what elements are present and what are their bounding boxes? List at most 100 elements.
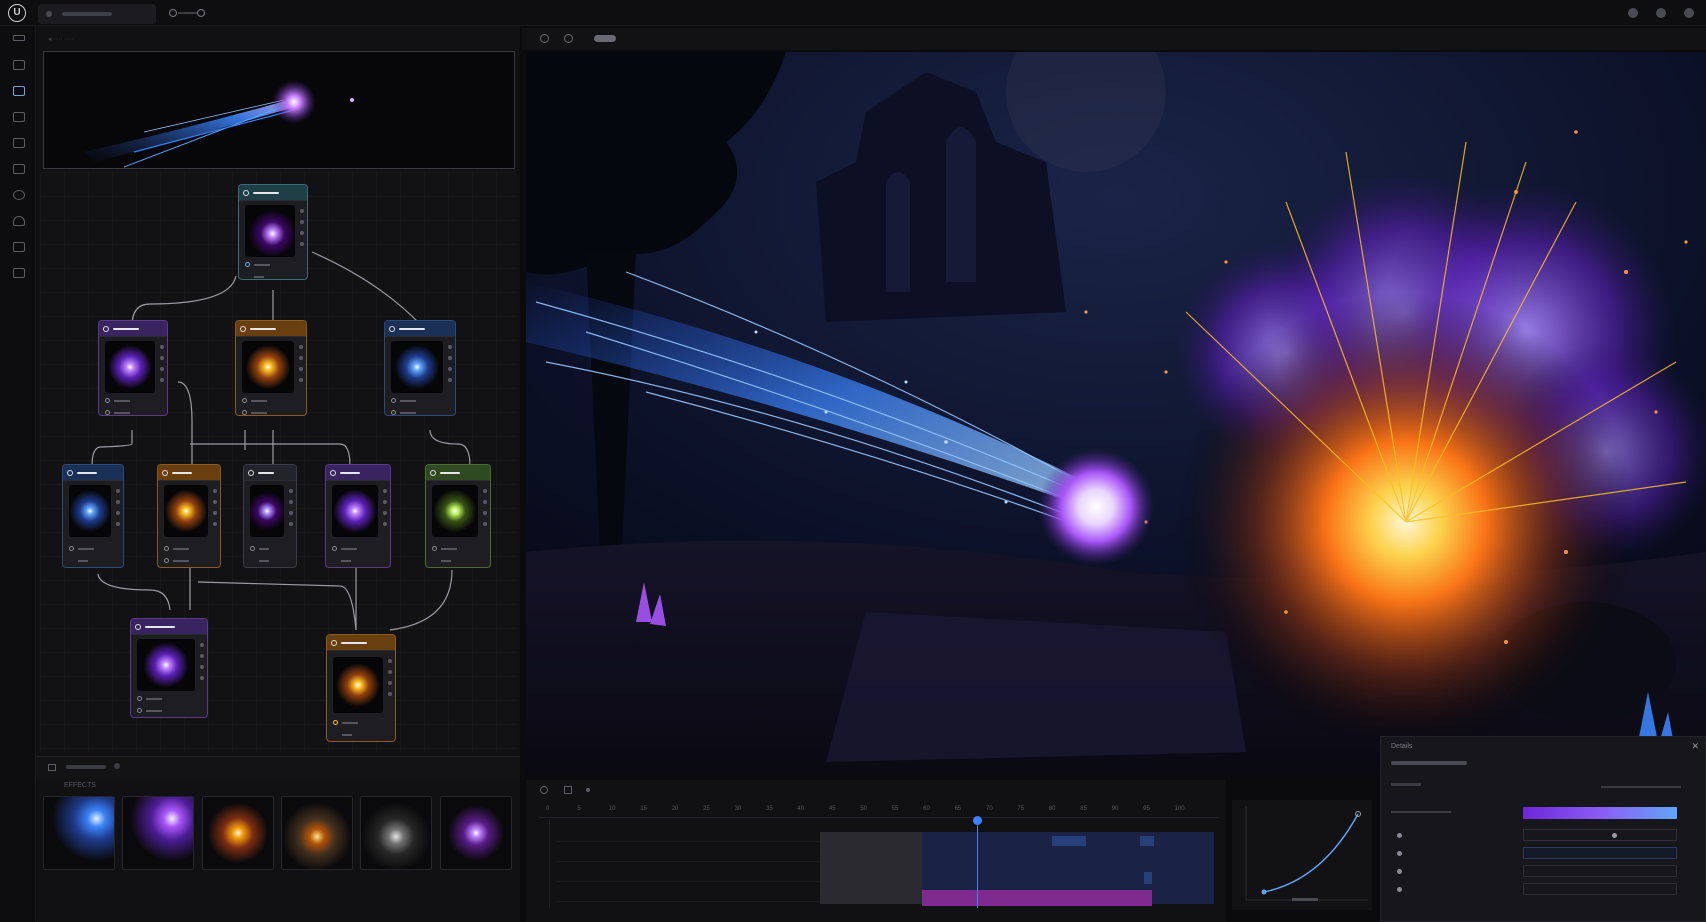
curve-icon[interactable] bbox=[13, 242, 25, 252]
playhead-handle[interactable] bbox=[973, 816, 982, 825]
graph-node-purple-burst[interactable] bbox=[98, 320, 168, 416]
timeline-section-gray[interactable] bbox=[820, 832, 922, 904]
property-field-3[interactable] bbox=[1523, 865, 1677, 877]
details-header: Details bbox=[1391, 743, 1413, 750]
viewport-scene[interactable] bbox=[526, 52, 1706, 776]
graph-node-violet-core[interactable] bbox=[243, 464, 297, 568]
viewport-render bbox=[526, 52, 1706, 776]
timeline-tick-label: 55 bbox=[891, 806, 899, 812]
timeline-tick-label: 95 bbox=[1143, 806, 1150, 812]
library-thumb-purple-streak[interactable] bbox=[122, 796, 194, 870]
easing-curve bbox=[1245, 806, 1368, 901]
track-header-column bbox=[538, 820, 550, 908]
timeline-tick-label: 0 bbox=[546, 806, 550, 812]
property-label-1 bbox=[1391, 783, 1421, 786]
menu-icon[interactable] bbox=[13, 35, 25, 41]
material-icon[interactable] bbox=[13, 138, 25, 148]
sphere-icon[interactable] bbox=[13, 190, 25, 200]
property-field-4[interactable] bbox=[1523, 883, 1677, 895]
curve-editor[interactable] bbox=[1232, 800, 1372, 910]
mesh-icon[interactable] bbox=[13, 164, 25, 174]
library-title: EFFECTS bbox=[64, 782, 96, 789]
left-toolbar bbox=[0, 26, 36, 922]
graph-node-blue-flare[interactable] bbox=[384, 320, 456, 416]
headphones-icon[interactable] bbox=[13, 216, 25, 226]
title-bar bbox=[0, 0, 1706, 26]
graph-node-orange-spark[interactable] bbox=[235, 320, 307, 416]
app-logo-icon[interactable]: U bbox=[8, 4, 26, 22]
maximize-button[interactable] bbox=[1656, 8, 1666, 18]
property-bullet-4 bbox=[1397, 887, 1402, 892]
tab-status-icon bbox=[46, 11, 52, 17]
library-tab[interactable] bbox=[66, 765, 106, 769]
graph-node-emitter-root[interactable] bbox=[238, 184, 308, 280]
editor-tab[interactable] bbox=[38, 4, 156, 24]
timeline-ruler[interactable]: 0 5 10 15 20 25 30 35 40 45 50 55 60 65 70 75 80 85 90 95 10… bbox=[538, 804, 1218, 818]
graph-node-purple-star[interactable] bbox=[325, 464, 391, 568]
settings-icon[interactable] bbox=[564, 34, 573, 43]
property-slider-1[interactable] bbox=[1601, 786, 1681, 788]
keyframe-block-1[interactable] bbox=[1052, 836, 1086, 846]
keyframe-block-3[interactable] bbox=[1144, 872, 1152, 884]
texture-icon[interactable] bbox=[13, 268, 25, 278]
playback-slider[interactable] bbox=[168, 8, 206, 18]
image-icon[interactable] bbox=[13, 60, 25, 70]
timeline-camera-icon[interactable] bbox=[564, 786, 572, 794]
timeline-refresh-icon[interactable] bbox=[540, 786, 548, 794]
timeline-tick-label: 5 bbox=[577, 806, 581, 812]
timeline-options-icon[interactable] bbox=[586, 788, 590, 792]
timeline-tick-label: 90 bbox=[1111, 806, 1119, 812]
details-section-title bbox=[1391, 761, 1467, 765]
minimize-button[interactable] bbox=[1628, 8, 1638, 18]
graph-node-orange-burst[interactable] bbox=[157, 464, 221, 568]
effect-preview[interactable] bbox=[43, 51, 515, 169]
content-library-toolbar bbox=[36, 756, 520, 778]
timeline-tick-label: 30 bbox=[734, 806, 742, 812]
timeline-section-magenta[interactable] bbox=[922, 890, 1152, 906]
timeline-tick-label: 25 bbox=[703, 806, 710, 812]
folder-icon[interactable] bbox=[48, 764, 56, 771]
timeline-tick-label: 65 bbox=[954, 806, 962, 812]
graph-node-purple-orb[interactable] bbox=[130, 618, 208, 718]
property-slider-2[interactable] bbox=[1391, 811, 1451, 813]
details-close-icon[interactable]: ✕ bbox=[1691, 741, 1699, 752]
property-field-1[interactable] bbox=[1523, 829, 1677, 841]
timeline-tick-label: 20 bbox=[671, 806, 679, 812]
timeline-tick-label: 10 bbox=[608, 806, 616, 812]
timeline-tick-label: 60 bbox=[923, 806, 930, 812]
color-gradient-swatch[interactable] bbox=[1523, 807, 1677, 819]
library-thumb-purple-orb[interactable] bbox=[440, 796, 512, 870]
graph-node-orange-output[interactable] bbox=[326, 634, 396, 742]
graph-node-green-glow[interactable] bbox=[425, 464, 491, 568]
timeline-tick-label: 70 bbox=[986, 806, 993, 812]
timeline-tick-label: 45 bbox=[828, 806, 836, 812]
details-panel: Details ✕ bbox=[1380, 736, 1706, 922]
timeline-tick-label: 80 bbox=[1048, 806, 1056, 812]
property-field-2[interactable] bbox=[1523, 847, 1677, 859]
tab-title-bar bbox=[62, 12, 112, 16]
timeline-tick-label: 15 bbox=[640, 806, 647, 812]
graph-node-blue-trail[interactable] bbox=[62, 464, 124, 568]
node-graph-canvas[interactable] bbox=[40, 172, 516, 752]
timeline-tick-label: 100 bbox=[1174, 806, 1185, 812]
library-options-icon[interactable] bbox=[114, 763, 120, 769]
property-bullet-1 bbox=[1397, 833, 1402, 838]
timeline-tick-label: 35 bbox=[766, 806, 773, 812]
grid-icon[interactable] bbox=[13, 86, 25, 96]
library-thumb-smoke-fire[interactable] bbox=[281, 796, 353, 870]
graph-breadcrumb[interactable]: ◂ ···· ···· bbox=[40, 32, 516, 46]
particle-icon[interactable] bbox=[13, 112, 25, 122]
timeline-tick-label: 75 bbox=[1017, 806, 1025, 812]
property-bullet-2 bbox=[1397, 851, 1402, 856]
close-button[interactable] bbox=[1684, 8, 1694, 18]
refresh-icon[interactable] bbox=[540, 34, 549, 43]
viewport-toolbar bbox=[522, 28, 1706, 50]
view-mode-button[interactable] bbox=[594, 35, 616, 42]
property-bullet-3 bbox=[1397, 869, 1402, 874]
timeline-playhead[interactable] bbox=[977, 820, 978, 908]
library-thumb-blue-comet[interactable] bbox=[43, 796, 115, 870]
library-thumb-smoke[interactable] bbox=[360, 796, 432, 870]
keyframe-block-2[interactable] bbox=[1140, 836, 1154, 846]
comet-preview-image bbox=[84, 80, 354, 168]
library-thumb-spark-burst[interactable] bbox=[202, 796, 274, 870]
